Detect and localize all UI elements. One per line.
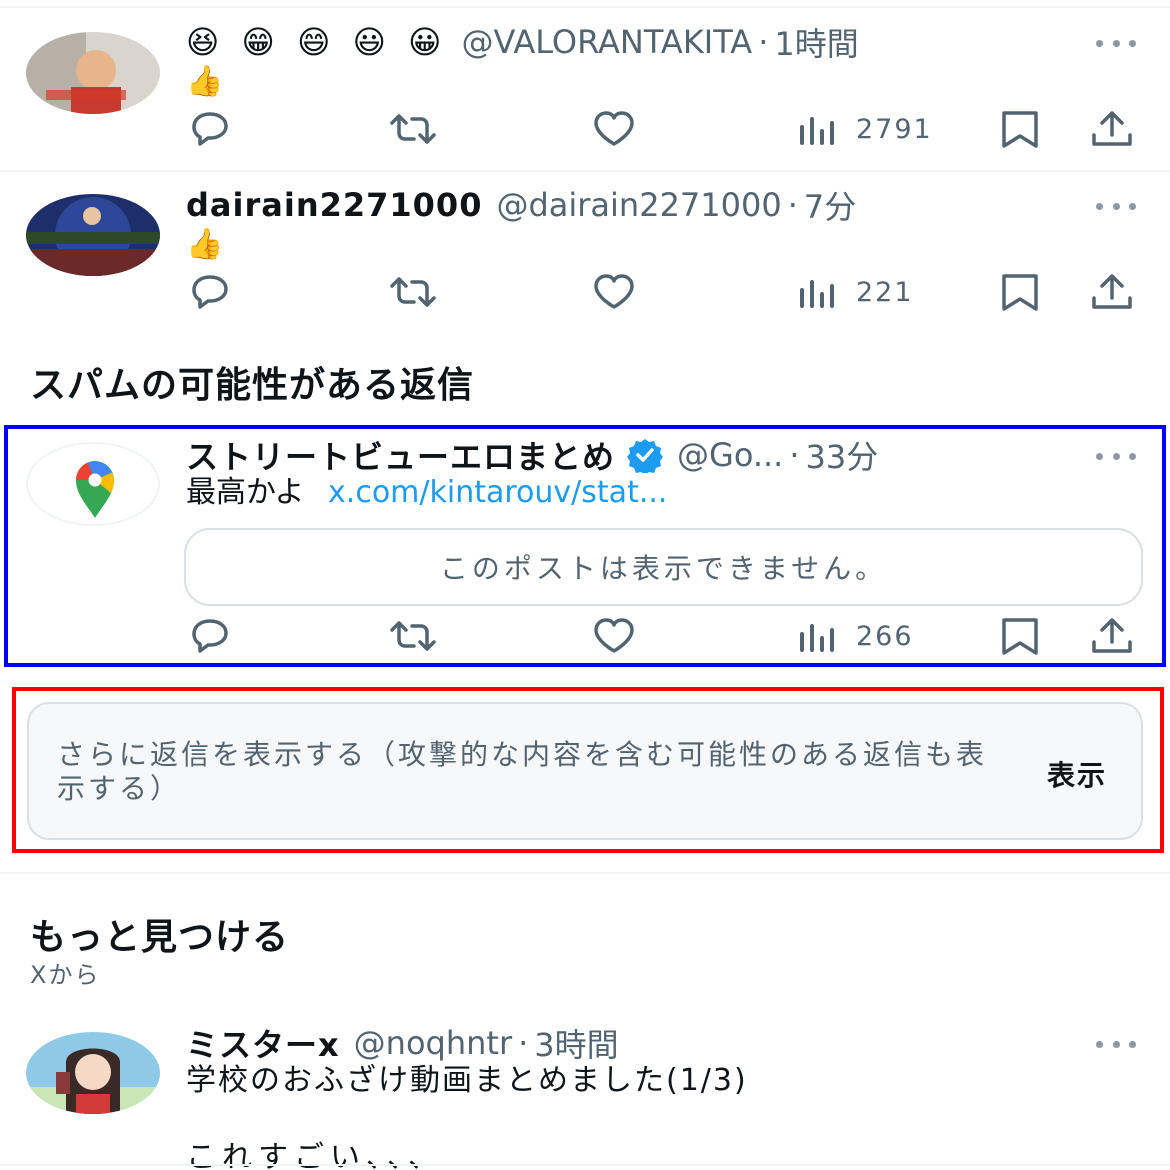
post-text: 👍: [186, 64, 224, 99]
avatar[interactable]: [26, 194, 160, 276]
share-icon: [1092, 111, 1132, 146]
views-button[interactable]: 266: [796, 614, 914, 658]
repost-icon: [390, 621, 436, 651]
divider: [0, 872, 1170, 874]
handle[interactable]: @dairain2271000: [496, 186, 781, 224]
timestamp[interactable]: 1時間: [774, 19, 858, 65]
views-button[interactable]: 2791: [796, 107, 933, 151]
show-more-replies[interactable]: さらに返信を表示する（攻撃的な内容を含む可能性のある返信も表示する） 表示: [27, 702, 1143, 840]
avatar[interactable]: [26, 1032, 160, 1114]
avatar[interactable]: [26, 32, 160, 114]
share-button[interactable]: [1088, 270, 1136, 314]
separator-dot: ·: [787, 186, 798, 224]
bookmark-icon: [1002, 618, 1038, 655]
post-header: dairain2271000 @dairain2271000 · 7分: [186, 182, 856, 228]
post-text-body: 最高かよ: [186, 475, 305, 510]
more-icon[interactable]: [1096, 1034, 1136, 1054]
post-text: 最高かよ x.com/kintarouv/stat...: [186, 473, 667, 513]
display-name[interactable]: dairain2271000: [186, 186, 482, 224]
display-name[interactable]: ミスターx: [186, 1020, 340, 1066]
more-icon[interactable]: [1096, 33, 1136, 53]
post-link[interactable]: x.com/kintarouv/stat...: [328, 475, 667, 510]
action-bar: 266: [186, 614, 1136, 658]
repost-icon: [390, 114, 436, 144]
views-icon: [800, 624, 834, 652]
verified-icon: [627, 439, 664, 473]
discover-title: もっと見つける: [30, 917, 290, 958]
handle[interactable]: @VALORANTAKITA: [461, 23, 752, 61]
reply-icon: [192, 619, 228, 653]
views-count: 2791: [856, 113, 933, 145]
like-button[interactable]: [590, 270, 638, 314]
views-count: 266: [856, 620, 914, 652]
share-button[interactable]: [1088, 614, 1136, 658]
timestamp[interactable]: 7分: [804, 182, 856, 228]
more-icon[interactable]: [1096, 446, 1136, 466]
reply-icon: [192, 112, 228, 146]
reply-icon: [192, 275, 228, 309]
bookmark-button[interactable]: [996, 614, 1044, 658]
reply-button[interactable]: [186, 107, 234, 151]
bookmark-button[interactable]: [996, 107, 1044, 151]
share-icon: [1092, 274, 1132, 309]
share-button[interactable]: [1088, 107, 1136, 151]
post-header: 😆 😁 😄 😃 😀 @VALORANTAKITA · 1時間: [186, 19, 859, 65]
handle[interactable]: @Go...: [677, 436, 783, 474]
google-maps-icon: [28, 444, 158, 524]
repost-icon: [390, 277, 436, 307]
views-count: 221: [856, 276, 914, 308]
divider: [0, 6, 1170, 8]
repost-button[interactable]: [386, 270, 440, 314]
show-more-text: さらに返信を表示する（攻撃的な内容を含む可能性のある返信も表示する）: [57, 738, 988, 805]
share-icon: [1092, 618, 1132, 653]
discover-subtitle: Xから: [30, 961, 101, 989]
divider: [0, 170, 1170, 172]
display-name[interactable]: ストリートビューエロまとめ: [186, 432, 615, 478]
like-icon: [594, 111, 634, 146]
post-header: ストリートビューエロまとめ @Go... · 33分: [186, 432, 879, 478]
avatar[interactable]: [26, 442, 160, 526]
show-button[interactable]: 表示: [1047, 754, 1107, 794]
views-icon: [800, 280, 834, 308]
separator-dot: ·: [789, 436, 800, 474]
reply-button[interactable]: [186, 270, 234, 314]
like-button[interactable]: [590, 107, 638, 151]
reply-button[interactable]: [186, 614, 234, 658]
action-bar: 2791: [186, 107, 1136, 151]
divider: [0, 1164, 1170, 1166]
separator-dot: ·: [758, 23, 769, 61]
more-icon[interactable]: [1096, 196, 1136, 216]
like-icon: [594, 274, 634, 309]
post-text: 学校のおふざけ動画まとめました(1/3): [186, 1063, 748, 1098]
timestamp[interactable]: 3時間: [534, 1020, 618, 1066]
views-icon: [800, 117, 834, 145]
repost-button[interactable]: [386, 107, 440, 151]
spam-section-title: スパムの可能性がある返信: [30, 365, 475, 406]
bookmark-button[interactable]: [996, 270, 1044, 314]
like-button[interactable]: [590, 614, 638, 658]
display-name[interactable]: 😆 😁 😄 😃 😀: [186, 23, 447, 61]
handle[interactable]: @noqhntr: [354, 1024, 512, 1062]
quote-unavailable: このポストは表示できません。: [184, 528, 1143, 606]
timestamp[interactable]: 33分: [806, 432, 879, 478]
post-header: ミスターx @noqhntr · 3時間: [186, 1020, 619, 1066]
bookmark-icon: [1002, 274, 1038, 311]
post-text: 👍: [186, 227, 224, 262]
action-bar: 221: [186, 270, 1136, 314]
separator-dot: ·: [518, 1024, 529, 1062]
like-icon: [594, 618, 634, 653]
views-button[interactable]: 221: [796, 270, 914, 314]
repost-button[interactable]: [386, 614, 440, 658]
bookmark-icon: [1002, 111, 1038, 148]
